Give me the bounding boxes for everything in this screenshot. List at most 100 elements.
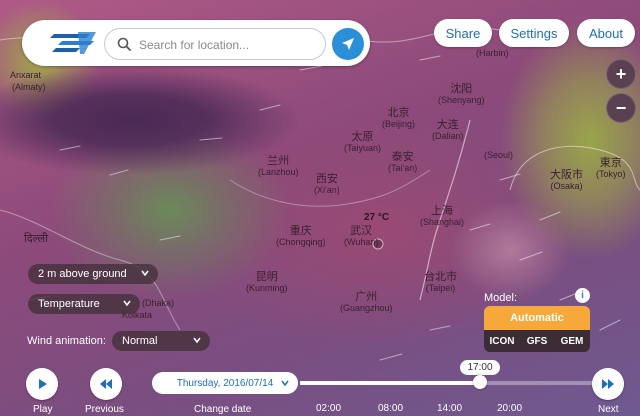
city-label: 東京 (Tokyo) <box>596 158 626 180</box>
chevron-down-icon <box>123 300 131 307</box>
city-name-native: 太原 <box>351 131 374 143</box>
zoom-out-button[interactable]: − <box>606 93 636 123</box>
chevron-down-icon <box>141 270 149 277</box>
fast-forward-icon <box>602 379 614 389</box>
city-name-latin: (Beijing) <box>382 119 416 129</box>
city-label: 泰安 (Tai'an) <box>388 152 417 174</box>
city-name-latin: (Wuhan) <box>344 237 379 247</box>
city-label: 大连 (Dalian) <box>432 120 464 142</box>
city-name-native: 西安 <box>315 173 338 185</box>
city-name-latin: (Almaty) <box>12 82 46 92</box>
city-name-native: 昆明 <box>255 271 278 283</box>
next-button[interactable] <box>592 368 624 400</box>
navigation-arrow-icon <box>342 38 354 50</box>
city-name-native: 沈阳 <box>450 83 473 95</box>
level-select[interactable]: 2 m above ground <box>28 264 158 284</box>
chevron-down-icon <box>281 380 289 387</box>
date-select[interactable]: Thursday, 2016/07/14 <box>152 372 298 394</box>
city-label: (Dhaka) <box>142 298 174 309</box>
city-name-latin: (Shenyang) <box>438 95 485 105</box>
city-label: 太原 (Taiyuan) <box>344 132 381 154</box>
timeline-handle[interactable] <box>473 375 487 389</box>
city-name-native: 兰州 <box>267 155 290 167</box>
city-name-native: 台北市 <box>424 271 457 283</box>
chevron-down-icon <box>193 337 201 344</box>
about-button[interactable]: About <box>577 19 635 47</box>
previous-button[interactable] <box>90 368 122 400</box>
timeline-track[interactable] <box>300 381 600 385</box>
zoom-in-button[interactable]: + <box>606 59 636 89</box>
city-name-latin: (Tai'an) <box>388 163 418 173</box>
city-label: 昆明 (Kunming) <box>246 272 288 294</box>
city-label: 台北市 (Taipei) <box>424 272 457 294</box>
city-name-native: 北京 <box>387 107 410 119</box>
city-label: (Harbin) <box>476 48 509 59</box>
search-icon <box>117 37 131 51</box>
change-date-label: Change date <box>194 404 252 415</box>
city-label: 大阪市 (Osaka) <box>550 170 583 192</box>
city-name-native: 重庆 <box>289 225 312 237</box>
play-icon <box>39 379 47 389</box>
level-label: 2 m above ground <box>38 268 127 280</box>
time-tick: 20:00 <box>497 403 523 414</box>
city-name-native: 上海 <box>431 205 454 217</box>
settings-button[interactable]: Settings <box>499 19 569 47</box>
wind-animation-value: Normal <box>122 335 158 347</box>
model-option-gfs[interactable]: GFS <box>520 330 554 352</box>
city-name-latin: (Dalian) <box>432 131 464 141</box>
search-box[interactable] <box>104 28 326 60</box>
city-name-latin: (Shanghai) <box>420 217 465 227</box>
city-name-native: 大阪市 <box>550 169 583 181</box>
model-label: Model: <box>484 292 518 304</box>
city-name-latin: (Lanzhou) <box>258 167 299 177</box>
city-label: 兰州 (Lanzhou) <box>258 156 299 178</box>
search-input[interactable] <box>137 34 321 56</box>
city-name-latin: (Taiyuan) <box>344 143 382 153</box>
overlay-select[interactable]: Temperature <box>28 294 140 314</box>
city-label: 上海 (Shanghai) <box>420 206 464 228</box>
city-name-latin: (Chongqing) <box>276 237 326 247</box>
city-label: 北京 (Beijing) <box>382 108 415 130</box>
city-name-latin: (Osaka) <box>550 181 583 191</box>
city-name-native: दिल्ली <box>24 233 48 245</box>
city-label: (Seoul) <box>484 150 513 161</box>
wind-animation-label: Wind animation: <box>27 335 106 347</box>
share-button[interactable]: Share <box>434 19 492 47</box>
wind-animation-select[interactable]: Normal <box>112 331 210 351</box>
city-label: 武汉 (Wuhan) <box>344 226 378 248</box>
city-name-latin: Anxarat <box>10 70 42 80</box>
city-label: 重庆 (Chongqing) <box>276 226 326 248</box>
city-name-native: 泰安 <box>391 151 414 163</box>
time-tick: 14:00 <box>437 403 463 414</box>
time-tick: 02:00 <box>316 403 342 414</box>
city-label: 西安 (Xi'an) <box>314 174 340 196</box>
city-name-latin: (Taipei) <box>425 283 456 293</box>
city-name-native: 武汉 <box>350 225 373 237</box>
rewind-icon <box>100 379 112 389</box>
windy-logo-icon[interactable] <box>50 30 98 56</box>
info-icon[interactable]: i <box>575 288 590 303</box>
previous-label: Previous <box>85 404 124 415</box>
locate-button[interactable] <box>332 28 364 60</box>
model-option-gem[interactable]: GEM <box>554 330 590 352</box>
city-name-latin: (Guangzhou) <box>340 303 393 313</box>
city-label: 沈阳 (Shenyang) <box>438 84 485 106</box>
city-name-latin: (Kunming) <box>246 283 288 293</box>
model-automatic-button[interactable]: Automatic <box>484 306 590 330</box>
city-name-native: 广州 <box>355 291 378 303</box>
play-button[interactable] <box>26 368 58 400</box>
time-tick: 08:00 <box>378 403 404 414</box>
next-label: Next <box>598 404 619 415</box>
model-options: ICON GFS GEM <box>484 330 590 352</box>
current-time-bubble: 17:00 <box>460 360 500 375</box>
city-name-native: 東京 <box>599 157 622 169</box>
city-name-latin: (Seoul) <box>484 150 514 160</box>
city-name-latin: (Dhaka) <box>142 298 175 308</box>
model-option-icon[interactable]: ICON <box>484 330 520 352</box>
city-label: 广州 (Guangzhou) <box>340 292 393 314</box>
timeline-progress <box>300 381 480 385</box>
city-name-latin: (Tokyo) <box>596 169 626 179</box>
city-name-latin: (Xi'an) <box>314 185 340 195</box>
city-label: (Almaty) <box>12 82 46 93</box>
date-value: Thursday, 2016/07/14 <box>176 377 274 389</box>
